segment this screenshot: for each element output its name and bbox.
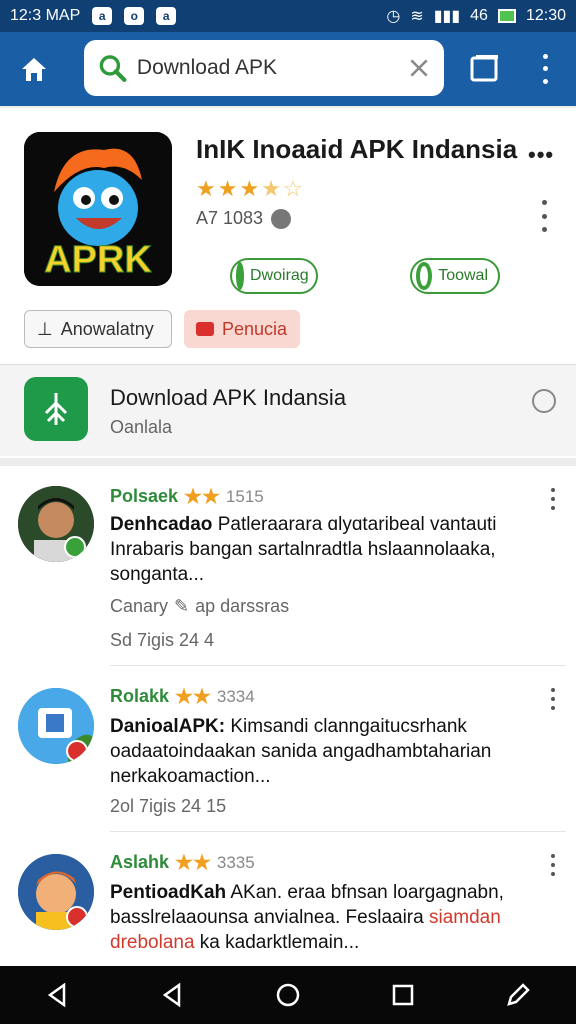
report-label: Penucia [222, 318, 288, 339]
review-item: Polsaek ★★ 1515 Denhcadao Patleraarara ɑ… [0, 466, 576, 666]
star-icon: ★ [196, 176, 216, 201]
status-time: 12:30 [525, 7, 566, 24]
review-item: Aslahk ★★ 3335 PentioadKah AKan. eraa bf… [0, 832, 576, 966]
review-text: DanioalAPK: Kimsandi clanngaitucsrhank o… [110, 716, 492, 787]
star-icon: ★ [239, 176, 260, 201]
related-app-row[interactable]: Download APK Indansia Oanlala [0, 364, 576, 456]
review-item: Rolakk ★★ 3334 DanioalAPK: Kimsandi clan… [0, 666, 576, 832]
svg-text:APRK: APRK [44, 239, 152, 281]
select-radio[interactable] [532, 389, 556, 413]
status-time-left: 12:3 MAP [10, 7, 81, 24]
signal-icon: ▮▮▮ [433, 8, 461, 25]
review-stars: ★★ [175, 852, 211, 874]
download-icon [236, 262, 244, 290]
verified-badge-icon [64, 536, 86, 558]
alarm-icon: ◷ [386, 8, 401, 25]
review-date: Sd 7igis 24 4 [110, 630, 215, 650]
back-alt-icon[interactable] [160, 982, 186, 1008]
avatar[interactable] [18, 688, 94, 764]
review-stars: ★★ [175, 686, 211, 708]
download-button[interactable]: Dwoirag [230, 258, 318, 294]
review-meta-tag: ap darssras [195, 596, 290, 616]
follow-icon [416, 262, 433, 290]
review-text: PentioadKah AKan. eraa bfnsan loargagnab… [110, 882, 504, 953]
about-chip[interactable]: ⊥ Anowalatny [24, 310, 172, 348]
edit-icon[interactable] [505, 982, 531, 1008]
search-input[interactable] [136, 56, 408, 80]
home-circle-icon[interactable] [275, 982, 301, 1008]
tree-icon [44, 393, 68, 425]
notification-icon: o [124, 7, 145, 25]
badge-icon [66, 740, 88, 762]
review-count: 3335 [216, 852, 255, 872]
system-nav-bar [0, 966, 576, 1024]
recents-icon[interactable] [390, 982, 416, 1008]
app-icon[interactable]: APRK [24, 132, 172, 286]
review-menu-button[interactable] [548, 688, 558, 710]
thumb-icon: ✎ [174, 596, 190, 616]
report-chip[interactable]: Penucia [184, 310, 300, 348]
home-button[interactable] [14, 49, 54, 89]
star-half-icon: ★ [261, 176, 281, 201]
review-count: 1515 [225, 486, 264, 506]
close-icon[interactable] [408, 55, 430, 81]
notification-icon: a [156, 7, 177, 25]
overflow-menu-button[interactable] [530, 50, 560, 88]
related-app-title: Download APK Indansia [110, 385, 347, 410]
back-icon[interactable] [45, 982, 71, 1008]
reviewer-name[interactable]: Aslahk [110, 852, 169, 873]
star-empty-icon: ☆ [282, 176, 303, 201]
review-menu-button[interactable] [548, 488, 558, 510]
app-more-menu[interactable]: ••• [528, 142, 554, 168]
review-date: 2ol 7igis 24 15 [110, 796, 227, 816]
review-menu-button[interactable] [548, 854, 558, 876]
review-meta: Canary ✎ ap darssras [110, 596, 289, 617]
notification-icon: a [92, 7, 113, 25]
review-header: Polsaek ★★ 1515 [110, 484, 264, 509]
review-meta-label: Canary [110, 596, 169, 616]
about-label: Anowalatny [60, 318, 154, 339]
review-header: Rolakk ★★ 3334 [110, 684, 255, 709]
related-app-subtitle: Oanlala [110, 417, 173, 437]
reviewer-name[interactable]: Polsaek [110, 486, 178, 507]
review-count: 3334 [216, 686, 255, 706]
home-icon [22, 58, 46, 81]
download-label: Dwoirag [250, 267, 309, 284]
badge-icon [66, 906, 88, 928]
follow-button[interactable]: Toowal [410, 258, 500, 294]
info-icon: ⊥ [37, 318, 53, 339]
side-menu-button[interactable] [538, 200, 550, 232]
follow-label: Toowal [438, 267, 488, 284]
signal-text: 46 [470, 7, 488, 24]
reviewer-name[interactable]: Rolakk [110, 686, 169, 707]
app-title: InIK Inoaaid APK Indansia [196, 134, 518, 164]
search-icon [99, 55, 127, 83]
review-text: Denhcadao Patleraarara ɑlyɑtaribeal vant… [110, 514, 497, 585]
search-bar[interactable] [84, 40, 444, 96]
app-logo-icon: APRK [24, 132, 172, 286]
download-count-text: A7 1083 [196, 208, 264, 228]
avatar[interactable] [18, 854, 94, 930]
avatar[interactable] [18, 486, 94, 562]
review-stars: ★★ [184, 486, 220, 508]
app-card: APRK InIK Inoaaid APK Indansia ••• ★ ★ ★… [0, 108, 576, 458]
download-count: A7 1083 [196, 208, 292, 229]
report-icon [196, 322, 214, 336]
review-header: Aslahk ★★ 3335 [110, 850, 255, 875]
wifi-icon: ≋ [410, 8, 424, 25]
status-bar: 12:3 MAP a o a ◷ ≋ ▮▮▮ 46 12:30 [0, 0, 576, 32]
related-app-icon [24, 377, 88, 441]
star-icon: ★ [217, 176, 238, 201]
app-bar [0, 32, 576, 106]
tabs-icon[interactable] [468, 52, 502, 86]
globe-icon [271, 208, 292, 229]
rating-stars: ★ ★ ★ ★ ☆ [196, 178, 303, 200]
reviews-list: Polsaek ★★ 1515 Denhcadao Patleraarara ɑ… [0, 466, 576, 966]
battery-icon [497, 9, 516, 23]
